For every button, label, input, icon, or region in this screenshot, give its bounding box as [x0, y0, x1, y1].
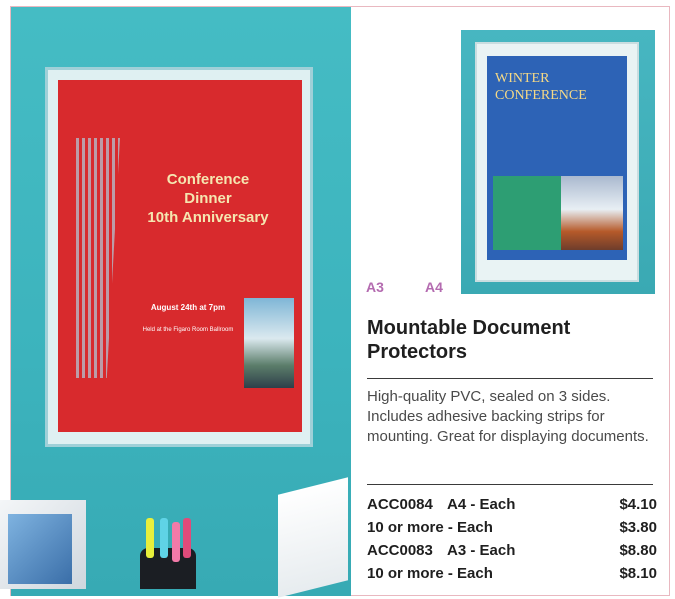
item-description: A3 - Each	[447, 542, 516, 559]
a3-poster-venue: Held at the Figaro Room Ballroom	[142, 327, 234, 333]
item-description: A4 - Each	[447, 496, 516, 513]
highlighter-yellow-image	[146, 518, 154, 558]
pricing-table: ACC0084 A4 - Each $4.10 10 or more - Eac…	[367, 493, 657, 585]
a3-poster-title-line: 10th Anniversary	[147, 209, 269, 226]
a4-poster: WINTER CONFERENCE	[487, 56, 627, 260]
divider-bottom	[367, 484, 653, 485]
item-price: $8.10	[619, 565, 657, 582]
item-code: ACC0084	[367, 496, 433, 513]
a4-poster-green-block	[493, 176, 563, 250]
product-title: Mountable Document Protectors	[367, 316, 667, 364]
poster-stripes-decoration	[76, 138, 120, 378]
a3-poster: Conference Dinner 10th Anniversary Augus…	[58, 80, 302, 432]
item-price: $4.10	[619, 496, 657, 513]
pricing-row: 10 or more - Each $3.80	[367, 516, 657, 539]
product-title-line: Protectors	[367, 341, 468, 363]
paper-stack-image	[278, 477, 348, 598]
highlighter-blue-image	[160, 518, 168, 558]
a3-poster-date: August 24th at 7pm	[150, 303, 226, 312]
item-price: $8.80	[619, 542, 657, 559]
product-title-line: Mountable Document	[367, 317, 571, 339]
a3-poster-title-line: Dinner	[184, 190, 232, 207]
a3-poster-photo	[244, 298, 294, 388]
a4-poster-title: WINTER CONFERENCE	[495, 70, 625, 104]
a4-poster-title-line: WINTER	[495, 71, 550, 86]
a3-poster-title: Conference Dinner 10th Anniversary	[118, 170, 298, 227]
a3-document-holder: Conference Dinner 10th Anniversary Augus…	[45, 67, 313, 447]
item-code: ACC0083	[367, 542, 433, 559]
size-label-a3: A3	[366, 279, 384, 295]
size-label-a4: A4	[425, 279, 443, 295]
pricing-row: ACC0084 A4 - Each $4.10	[367, 493, 657, 516]
item-code: 10 or more - Each	[367, 519, 493, 536]
item-price: $3.80	[619, 519, 657, 536]
item-code: 10 or more - Each	[367, 565, 493, 582]
divider-top	[367, 378, 653, 379]
a4-document-holder: WINTER CONFERENCE	[475, 42, 639, 282]
highlighter-magenta-image	[183, 518, 191, 558]
pricing-row: 10 or more - Each $8.10	[367, 562, 657, 585]
laptop-screen-image	[8, 514, 72, 584]
a4-poster-photo	[561, 176, 623, 250]
product-description: High-quality PVC, sealed on 3 sides. Inc…	[367, 388, 649, 445]
a4-product-photo: WINTER CONFERENCE	[461, 30, 655, 294]
highlighter-pink-image	[172, 522, 180, 562]
a4-poster-title-line: CONFERENCE	[495, 88, 587, 103]
pricing-row: ACC0083 A3 - Each $8.80	[367, 539, 657, 562]
a3-poster-title-line: Conference	[166, 171, 250, 188]
